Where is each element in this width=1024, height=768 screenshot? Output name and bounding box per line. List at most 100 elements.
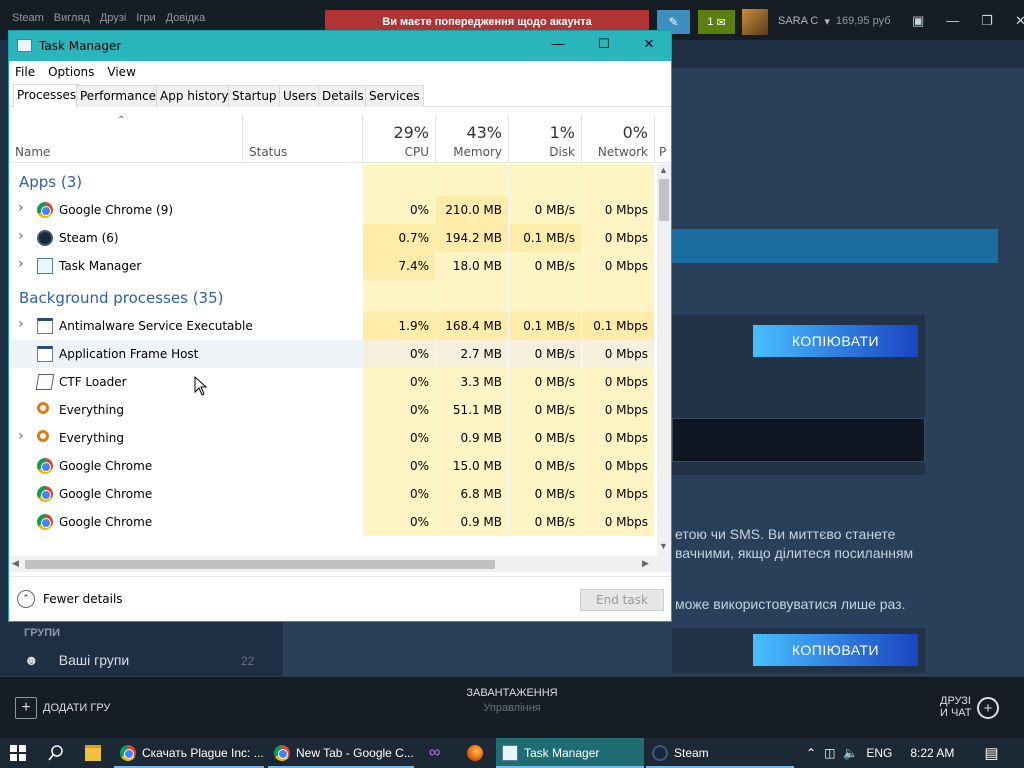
taskbar-item-label: New Tab - Google C... bbox=[296, 746, 414, 760]
scroll-right-icon[interactable]: ▶ bbox=[642, 558, 649, 569]
steam-link-field[interactable] bbox=[672, 418, 925, 462]
mem-cell: 2.7 MB bbox=[436, 340, 509, 368]
end-task-button[interactable]: End task bbox=[580, 589, 664, 611]
account-name: SARA C bbox=[778, 15, 819, 27]
col-disk[interactable]: 1% Disk bbox=[509, 115, 582, 163]
menu-options[interactable]: Options bbox=[48, 65, 94, 79]
fewer-details-button[interactable]: ⌃ Fewer details bbox=[17, 590, 123, 608]
menu-view[interactable]: View bbox=[107, 65, 135, 79]
taskbar-item-task-manager[interactable]: Task Manager bbox=[496, 738, 644, 768]
disk-cell: 0 MB/s bbox=[509, 340, 582, 368]
net-cell: 0 Mbps bbox=[582, 424, 655, 452]
steam-icon bbox=[652, 745, 668, 761]
folder-icon bbox=[85, 745, 101, 761]
minimize-icon[interactable]: — bbox=[946, 13, 959, 29]
scroll-up-icon[interactable]: ▲ bbox=[659, 165, 668, 175]
close-icon[interactable]: ✕ bbox=[1015, 13, 1024, 29]
title-bar[interactable]: Task Manager — ☐ ✕ bbox=[9, 31, 671, 61]
heat-cell bbox=[436, 280, 509, 312]
taskbar-item-chrome-1[interactable]: Скачать Plague Inc: ... bbox=[114, 738, 264, 768]
visual-studio-button[interactable]: ∞ bbox=[420, 738, 456, 768]
copy-button-2[interactable]: КОПІЮВАТИ bbox=[753, 634, 918, 666]
expand-chevron-icon[interactable]: › bbox=[18, 316, 24, 332]
wallet-balance: 169,95 руб bbox=[835, 15, 891, 27]
steam-menu-friends[interactable]: Друзі bbox=[100, 12, 126, 24]
taskbar-item-chrome-2[interactable]: New Tab - Google C... bbox=[268, 738, 414, 768]
vertical-scrollbar[interactable] bbox=[657, 164, 671, 556]
process-row[interactable]: CTF Loader 0% 3.3 MB 0 MB/s 0 Mbps bbox=[9, 368, 655, 396]
process-row[interactable]: › Everything 0% 0.9 MB 0 MB/s 0 Mbps bbox=[9, 424, 655, 452]
col-power[interactable]: P bbox=[655, 115, 671, 163]
expand-chevron-icon[interactable]: › bbox=[18, 228, 24, 244]
tab-app-history[interactable]: App history bbox=[156, 85, 233, 107]
network-icon[interactable]: ◫ bbox=[824, 746, 835, 760]
process-list: Apps (3) › Google Chrome (9) 0% 210.0 MB 0 MB… bbox=[9, 164, 655, 556]
tab-services[interactable]: Services bbox=[365, 85, 424, 107]
search-button[interactable] bbox=[38, 738, 74, 768]
process-row[interactable]: › Google Chrome (9) 0% 210.0 MB 0 MB/s 0 Mbps bbox=[9, 196, 655, 224]
notifications-icon[interactable]: ▤ bbox=[984, 744, 998, 762]
col-name-label: Name bbox=[15, 145, 51, 159]
chevron-up-icon: ⌃ bbox=[17, 590, 35, 608]
account-menu[interactable]: SARA C ▾ 169,95 руб bbox=[778, 15, 891, 28]
screenshot-icon[interactable]: ▣ bbox=[912, 13, 924, 29]
vertical-scroll-thumb[interactable] bbox=[659, 179, 669, 221]
file-explorer-button[interactable] bbox=[76, 738, 112, 768]
expand-chevron-icon[interactable]: › bbox=[18, 200, 24, 216]
scroll-left-icon[interactable]: ◀ bbox=[12, 558, 19, 569]
clock[interactable]: 8:22 AM bbox=[910, 746, 954, 760]
firefox-button[interactable] bbox=[458, 738, 494, 768]
maximize-icon[interactable]: ❐ bbox=[981, 13, 993, 29]
tab-performance[interactable]: Performance bbox=[76, 85, 161, 107]
col-memory[interactable]: 43% Memory bbox=[436, 115, 509, 163]
steam-menu-steam[interactable]: Steam bbox=[12, 12, 44, 24]
volume-icon[interactable]: 🔈 bbox=[843, 746, 858, 760]
tab-details[interactable]: Details bbox=[318, 85, 368, 107]
megaphone-icon: ✎ bbox=[668, 15, 679, 29]
process-row[interactable]: Application Frame Host 0% 2.7 MB 0 MB/s 0 Mb… bbox=[9, 340, 655, 368]
process-row[interactable]: › Task Manager 7.4% 18.0 MB 0 MB/s 0 Mbps bbox=[9, 252, 655, 280]
search-icon bbox=[48, 745, 63, 761]
steam-menu-games[interactable]: Ігри bbox=[136, 12, 155, 24]
tab-startup[interactable]: Startup bbox=[228, 85, 281, 107]
expand-chevron-icon[interactable]: › bbox=[18, 428, 24, 444]
process-row[interactable]: Everything 0% 51.1 MB 0 MB/s 0 Mbps bbox=[9, 396, 655, 424]
start-button[interactable] bbox=[0, 738, 38, 768]
tab-users[interactable]: Users bbox=[279, 85, 321, 107]
steam-menu-help[interactable]: Довідка bbox=[166, 12, 206, 24]
col-network[interactable]: 0% Network bbox=[582, 115, 655, 163]
chevron-up-icon[interactable]: ⌃ bbox=[806, 746, 816, 760]
scroll-down-icon[interactable]: ▼ bbox=[659, 541, 668, 551]
close-icon[interactable]: ✕ bbox=[638, 36, 660, 56]
process-row[interactable]: › Antimalware Service Executable 1.9% 168.4… bbox=[9, 312, 655, 340]
maximize-icon[interactable]: ☐ bbox=[593, 36, 615, 56]
groups-item[interactable]: ☻ Ваші групи bbox=[24, 652, 129, 668]
menu-file[interactable]: File bbox=[15, 65, 35, 79]
col-status[interactable]: Status bbox=[243, 115, 363, 163]
friends-chat-button[interactable]: ДРУЗІ И ЧАТ bbox=[940, 695, 972, 719]
tab-processes[interactable]: Processes bbox=[13, 84, 81, 107]
col-cpu[interactable]: 29% CPU bbox=[363, 115, 436, 163]
copy-button-1[interactable]: КОПІЮВАТИ bbox=[753, 325, 918, 357]
net-cell: 0 Mbps bbox=[582, 396, 655, 424]
downloads-title: ЗАВАНТАЖЕННЯ bbox=[466, 687, 558, 699]
avatar[interactable] bbox=[742, 9, 768, 35]
minimize-icon[interactable]: — bbox=[547, 36, 569, 56]
expand-chevron-icon[interactable]: › bbox=[18, 256, 24, 272]
taskbar-item-steam[interactable]: Steam bbox=[646, 738, 794, 768]
steam-menu-view[interactable]: Вигляд bbox=[54, 12, 90, 24]
notifications-button[interactable]: 1 ✉ bbox=[698, 10, 735, 34]
process-row[interactable]: Google Chrome 0% 6.8 MB 0 MB/s 0 Mbps bbox=[9, 480, 655, 508]
process-row[interactable]: › Steam (6) 0.7% 194.2 MB 0.1 MB/s 0 Mbps bbox=[9, 224, 655, 252]
add-friend-icon[interactable]: + bbox=[977, 697, 999, 719]
downloads-button[interactable]: ЗАВАНТАЖЕННЯ Управління bbox=[0, 687, 1024, 714]
chevron-down-icon: ▾ bbox=[824, 16, 830, 28]
horizontal-scroll-thumb[interactable] bbox=[25, 560, 495, 569]
process-row[interactable]: Google Chrome 0% 15.0 MB 0 MB/s 0 Mbps bbox=[9, 452, 655, 480]
process-row[interactable]: Google Chrome 0% 0.9 MB 0 MB/s 0 Mbps bbox=[9, 508, 655, 536]
disk-cell: 0 MB/s bbox=[509, 368, 582, 396]
col-name[interactable]: Name bbox=[9, 115, 243, 163]
language-indicator[interactable]: ENG bbox=[866, 746, 892, 760]
horizontal-scrollbar[interactable]: ◀ ▶ bbox=[9, 556, 671, 572]
cpu-cell: 0% bbox=[363, 480, 436, 508]
